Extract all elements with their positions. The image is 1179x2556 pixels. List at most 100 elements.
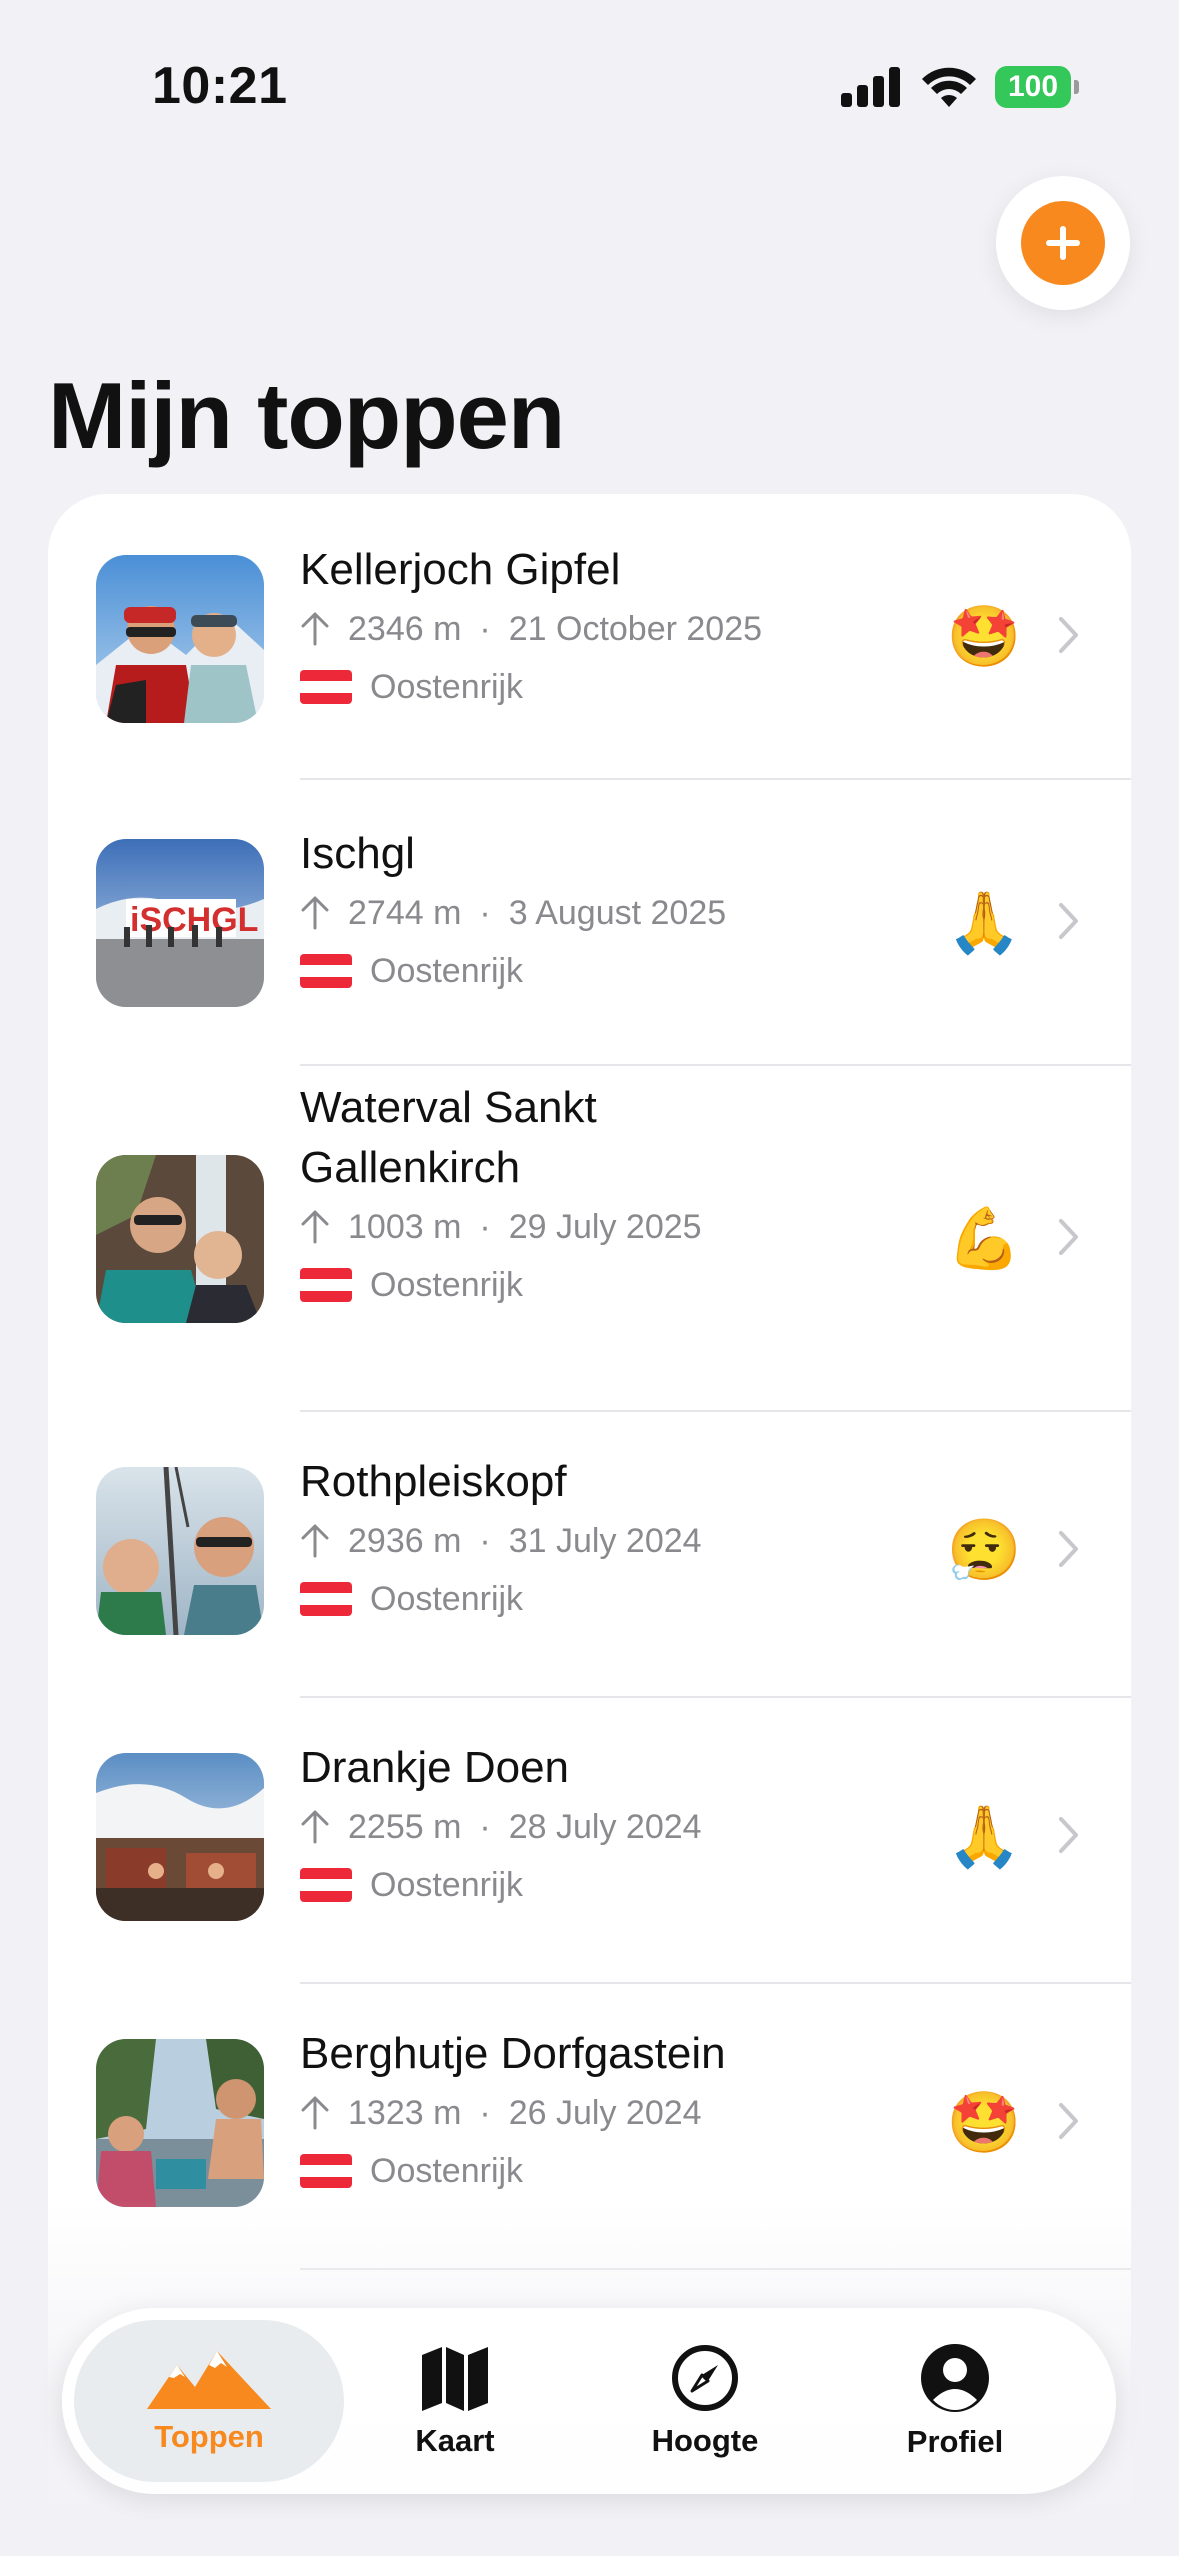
country-name: Oostenrijk xyxy=(370,1266,524,1304)
separator-dot: · xyxy=(479,610,491,648)
add-button-container xyxy=(996,176,1130,310)
summit-row[interactable]: Waterval Sankt Gallenkirch 1003 m · 29 J… xyxy=(48,1066,1131,1412)
summit-info: Berghutje Dorfgastein 1323 m · 26 July 2… xyxy=(300,2024,860,2200)
battery-cap xyxy=(1074,80,1079,94)
battery-level: 100 xyxy=(995,66,1071,108)
chevron-right-icon xyxy=(1059,2103,1078,2139)
elevation-arrow-icon xyxy=(301,1524,329,1558)
mood-emoji: 🤩 xyxy=(946,2088,1022,2158)
country-name: Oostenrijk xyxy=(370,668,524,706)
chevron-right-icon xyxy=(1059,617,1078,653)
summit-info: Kellerjoch Gipfel 2346 m · 21 October 20… xyxy=(300,540,860,716)
summit-date: 3 August 2025 xyxy=(508,894,727,932)
summit-meta: 2346 m · 21 October 2025 xyxy=(300,600,860,658)
summit-row[interactable]: Rothpleiskopf 2936 m · 31 July 2024 Oost… xyxy=(48,1412,1131,1698)
summit-meta: 2936 m · 31 July 2024 xyxy=(300,1512,860,1570)
summit-date: 31 July 2024 xyxy=(508,1522,702,1560)
summit-photo xyxy=(96,1155,264,1323)
austria-flag-icon xyxy=(300,1582,352,1616)
summit-info: Waterval Sankt Gallenkirch 1003 m · 29 J… xyxy=(300,1078,860,1314)
summit-country: Oostenrijk xyxy=(300,1856,860,1914)
country-name: Oostenrijk xyxy=(370,2152,524,2190)
summit-meta: 1323 m · 26 July 2024 xyxy=(300,2084,860,2142)
summit-elevation: 2744 m xyxy=(348,894,462,932)
summit-date: 28 July 2024 xyxy=(508,1808,702,1846)
summit-elevation: 2936 m xyxy=(348,1522,462,1560)
austria-flag-icon xyxy=(300,1268,352,1302)
summit-photo xyxy=(96,1467,264,1635)
chevron-right-icon xyxy=(1059,1817,1078,1853)
summit-elevation: 2346 m xyxy=(348,610,462,648)
mood-emoji: 🙏 xyxy=(946,1802,1022,1872)
tab-kaart[interactable]: Kaart xyxy=(320,2320,590,2482)
summit-country: Oostenrijk xyxy=(300,2142,860,2200)
cellular-signal-icon xyxy=(841,67,900,107)
elevation-arrow-icon xyxy=(301,1810,329,1844)
summit-info: Ischgl 2744 m · 3 August 2025 Oostenrijk xyxy=(300,824,860,1000)
summit-row[interactable]: iSCHGL Ischgl 2744 m · 3 August 2025 Oos… xyxy=(48,780,1131,1066)
tab-hoogte[interactable]: Hoogte xyxy=(570,2320,840,2482)
austria-flag-icon xyxy=(300,954,352,988)
summit-meta: 2255 m · 28 July 2024 xyxy=(300,1798,860,1856)
tab-bar: Toppen Kaart Hoogte Profiel xyxy=(62,2308,1116,2494)
summit-name: Rothpleiskopf xyxy=(300,1457,567,1506)
summit-meta: 2744 m · 3 August 2025 xyxy=(300,884,860,942)
austria-flag-icon xyxy=(300,670,352,704)
mood-emoji: 🤩 xyxy=(946,602,1022,672)
elevation-arrow-icon xyxy=(301,1210,329,1244)
tab-label: Profiel xyxy=(906,2424,1004,2459)
austria-flag-icon xyxy=(300,1868,352,1902)
profile-icon xyxy=(921,2344,989,2412)
country-name: Oostenrijk xyxy=(370,1580,524,1618)
summit-photo: iSCHGL xyxy=(96,839,264,1007)
mood-emoji: 😮‍💨 xyxy=(946,1516,1022,1586)
separator-dot: · xyxy=(479,894,491,932)
page-title: Mijn toppen xyxy=(48,363,565,468)
add-summit-button[interactable] xyxy=(1021,201,1105,285)
elevation-arrow-icon xyxy=(301,2096,329,2130)
summit-photo xyxy=(96,555,264,723)
separator-dot: · xyxy=(479,1208,491,1246)
summit-elevation: 1323 m xyxy=(348,2094,462,2132)
summit-name: Drankje Doen xyxy=(300,1743,570,1792)
elevation-arrow-icon xyxy=(301,896,329,930)
country-name: Oostenrijk xyxy=(370,1866,524,1904)
summit-photo xyxy=(96,1753,264,1921)
separator-dot: · xyxy=(479,1808,491,1846)
summit-name: Ischgl xyxy=(300,829,415,878)
tab-label: Kaart xyxy=(415,2423,495,2458)
chevron-right-icon xyxy=(1059,903,1078,939)
tab-toppen[interactable]: Toppen xyxy=(74,2320,344,2482)
summit-date: 29 July 2025 xyxy=(508,1208,702,1246)
summit-date: 21 October 2025 xyxy=(508,610,763,648)
separator-dot: · xyxy=(479,1522,491,1560)
tab-profiel[interactable]: Profiel xyxy=(820,2320,1090,2482)
summit-info: Rothpleiskopf 2936 m · 31 July 2024 Oost… xyxy=(300,1452,860,1628)
elevation-arrow-icon xyxy=(301,612,329,646)
summit-name: Waterval Sankt Gallenkirch xyxy=(300,1083,597,1192)
summit-country: Oostenrijk xyxy=(300,658,860,716)
summit-country: Oostenrijk xyxy=(300,1570,860,1628)
summit-row[interactable]: Kellerjoch Gipfel 2346 m · 21 October 20… xyxy=(48,494,1131,780)
summit-info: Drankje Doen 2255 m · 28 July 2024 Ooste… xyxy=(300,1738,860,1914)
tab-label: Toppen xyxy=(154,2419,264,2454)
mood-emoji: 🙏 xyxy=(946,888,1022,958)
battery-indicator: 100 xyxy=(995,66,1079,108)
summit-photo xyxy=(96,2039,264,2207)
compass-icon xyxy=(672,2345,738,2411)
status-icons: 100 xyxy=(841,66,1079,108)
summit-meta: 1003 m · 29 July 2025 xyxy=(300,1198,860,1256)
summit-row[interactable]: Drankje Doen 2255 m · 28 July 2024 Ooste… xyxy=(48,1698,1131,1984)
status-time: 10:21 xyxy=(152,57,288,115)
country-name: Oostenrijk xyxy=(370,952,524,990)
austria-flag-icon xyxy=(300,2154,352,2188)
mood-emoji: 💪 xyxy=(946,1204,1022,1274)
summit-country: Oostenrijk xyxy=(300,1256,860,1314)
summit-elevation: 2255 m xyxy=(348,1808,462,1846)
chevron-right-icon xyxy=(1059,1219,1078,1255)
tab-label: Hoogte xyxy=(651,2423,759,2458)
plus-icon xyxy=(1046,226,1080,260)
separator-dot: · xyxy=(479,2094,491,2132)
mountains-icon xyxy=(147,2351,271,2409)
summit-date: 26 July 2024 xyxy=(508,2094,702,2132)
